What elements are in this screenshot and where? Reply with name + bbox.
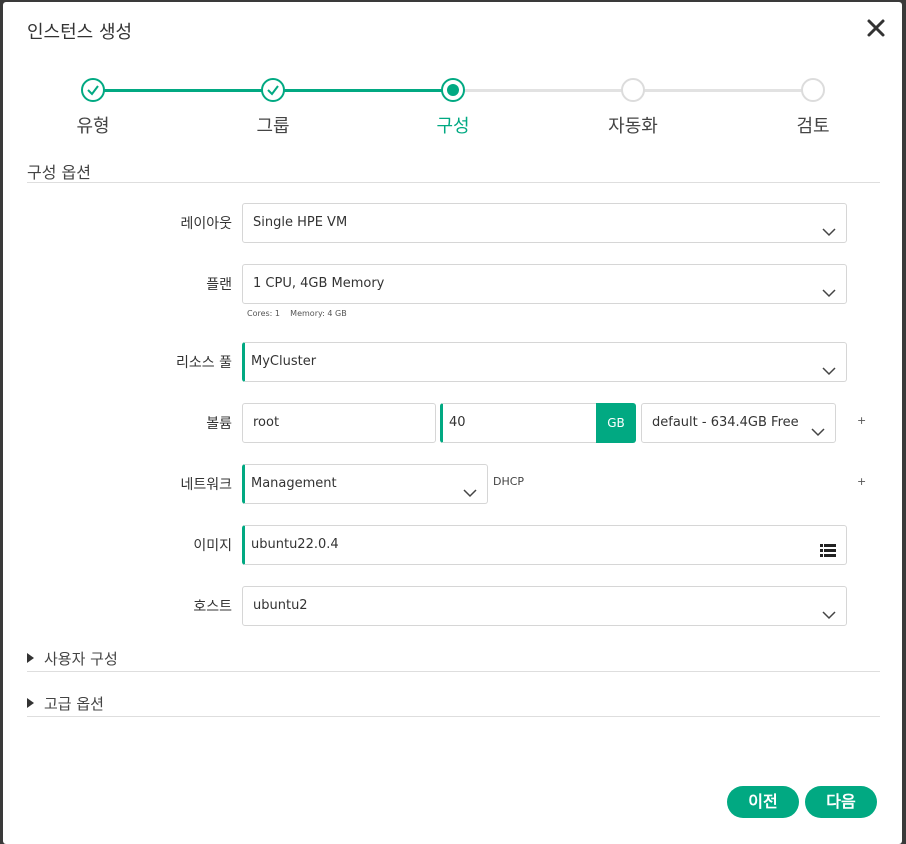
chevron-down-icon [822,217,836,237]
modal-header: 인스턴스 생성 [3,2,902,58]
host-select[interactable]: ubuntu2 [242,586,847,626]
resource-pool-row: 리소스 풀 MyCluster [3,342,902,382]
volume-row: 볼륨 root 40 GB default - 634.4GB Free + [3,403,902,443]
plan-hint: Cores: 1 Memory: 4 GB [247,309,347,318]
layout-row: 레이아웃 Single HPE VM [3,203,902,243]
step-label: 자동화 [608,116,658,137]
host-row: 호스트 ubuntu2 [3,586,902,626]
volume-size-value: 40 [449,415,466,430]
chevron-down-icon [811,417,825,437]
create-instance-modal: 인스턴스 생성 유형 그룹 구성 자동화 검토 구성 옵션 레이아웃 Singl… [3,2,902,844]
user-config-divider [27,671,880,672]
section-divider [27,182,880,183]
host-value: ubuntu2 [253,598,308,613]
plan-value: 1 CPU, 4GB Memory [253,276,385,291]
layout-label: 레이아웃 [180,216,232,232]
step-label: 유형 [76,116,110,137]
resource-pool-select[interactable]: MyCluster [242,342,847,382]
network-value: Management [251,476,337,491]
datastore-value: default - 634.4GB Free [652,415,799,430]
network-label: 네트워크 [180,477,232,493]
volume-name-input[interactable]: root [242,403,436,443]
add-network-button[interactable]: + [857,475,866,488]
next-button[interactable]: 다음 [805,786,877,818]
chevron-down-icon [822,278,836,298]
close-icon[interactable] [864,16,888,40]
plan-label: 플랜 [206,277,232,293]
add-volume-button[interactable]: + [857,414,866,427]
resource-pool-label: 리소스 풀 [176,355,232,371]
step-type[interactable]: 유형 [33,78,153,138]
network-row: 네트워크 Management DHCP + [3,464,902,504]
layout-select[interactable]: Single HPE VM [242,203,847,243]
step-label: 검토 [796,116,830,137]
volume-unit-button[interactable]: GB [596,403,636,443]
resource-pool-value: MyCluster [251,354,317,369]
user-config-toggle[interactable]: 사용자 구성 [27,648,118,669]
pending-step-icon [621,78,645,102]
list-icon[interactable] [820,537,836,557]
image-label: 이미지 [193,538,232,554]
step-automation[interactable]: 자동화 [573,78,693,138]
advanced-options-toggle[interactable]: 고급 옵션 [27,693,104,714]
wizard-stepper: 유형 그룹 구성 자동화 검토 [3,78,902,148]
host-label: 호스트 [193,599,232,615]
chevron-down-icon [822,356,836,376]
advanced-divider [27,716,880,717]
pending-step-icon [801,78,825,102]
section-title: 구성 옵션 [27,163,91,182]
chevron-down-icon [463,478,477,498]
volume-size-input[interactable]: 40 [440,403,600,443]
current-step-icon [441,78,465,102]
modal-title: 인스턴스 생성 [27,22,133,43]
advanced-options-label: 고급 옵션 [44,695,104,713]
image-input[interactable]: ubuntu22.0.4 [242,525,847,565]
plan-select[interactable]: 1 CPU, 4GB Memory [242,264,847,304]
step-configure[interactable]: 구성 [393,78,513,138]
plan-row: 플랜 1 CPU, 4GB Memory Cores: 1 Memory: 4 … [3,264,902,318]
image-value: ubuntu22.0.4 [251,537,339,552]
step-label: 그룹 [256,116,290,137]
caret-right-icon [27,698,34,708]
step-group[interactable]: 그룹 [213,78,333,138]
image-row: 이미지 ubuntu22.0.4 [3,525,902,565]
user-config-label: 사용자 구성 [44,650,118,668]
layout-value: Single HPE VM [253,215,348,230]
datastore-select[interactable]: default - 634.4GB Free [641,403,836,443]
check-icon [81,78,105,102]
volume-label: 볼륨 [206,416,232,432]
chevron-down-icon [822,600,836,620]
network-ip-mode[interactable]: DHCP [493,475,524,488]
previous-button[interactable]: 이전 [727,786,799,818]
step-review[interactable]: 검토 [753,78,873,138]
network-select[interactable]: Management [242,464,488,504]
check-icon [261,78,285,102]
caret-right-icon [27,653,34,663]
step-label: 구성 [436,116,470,137]
volume-name-value: root [253,415,280,430]
